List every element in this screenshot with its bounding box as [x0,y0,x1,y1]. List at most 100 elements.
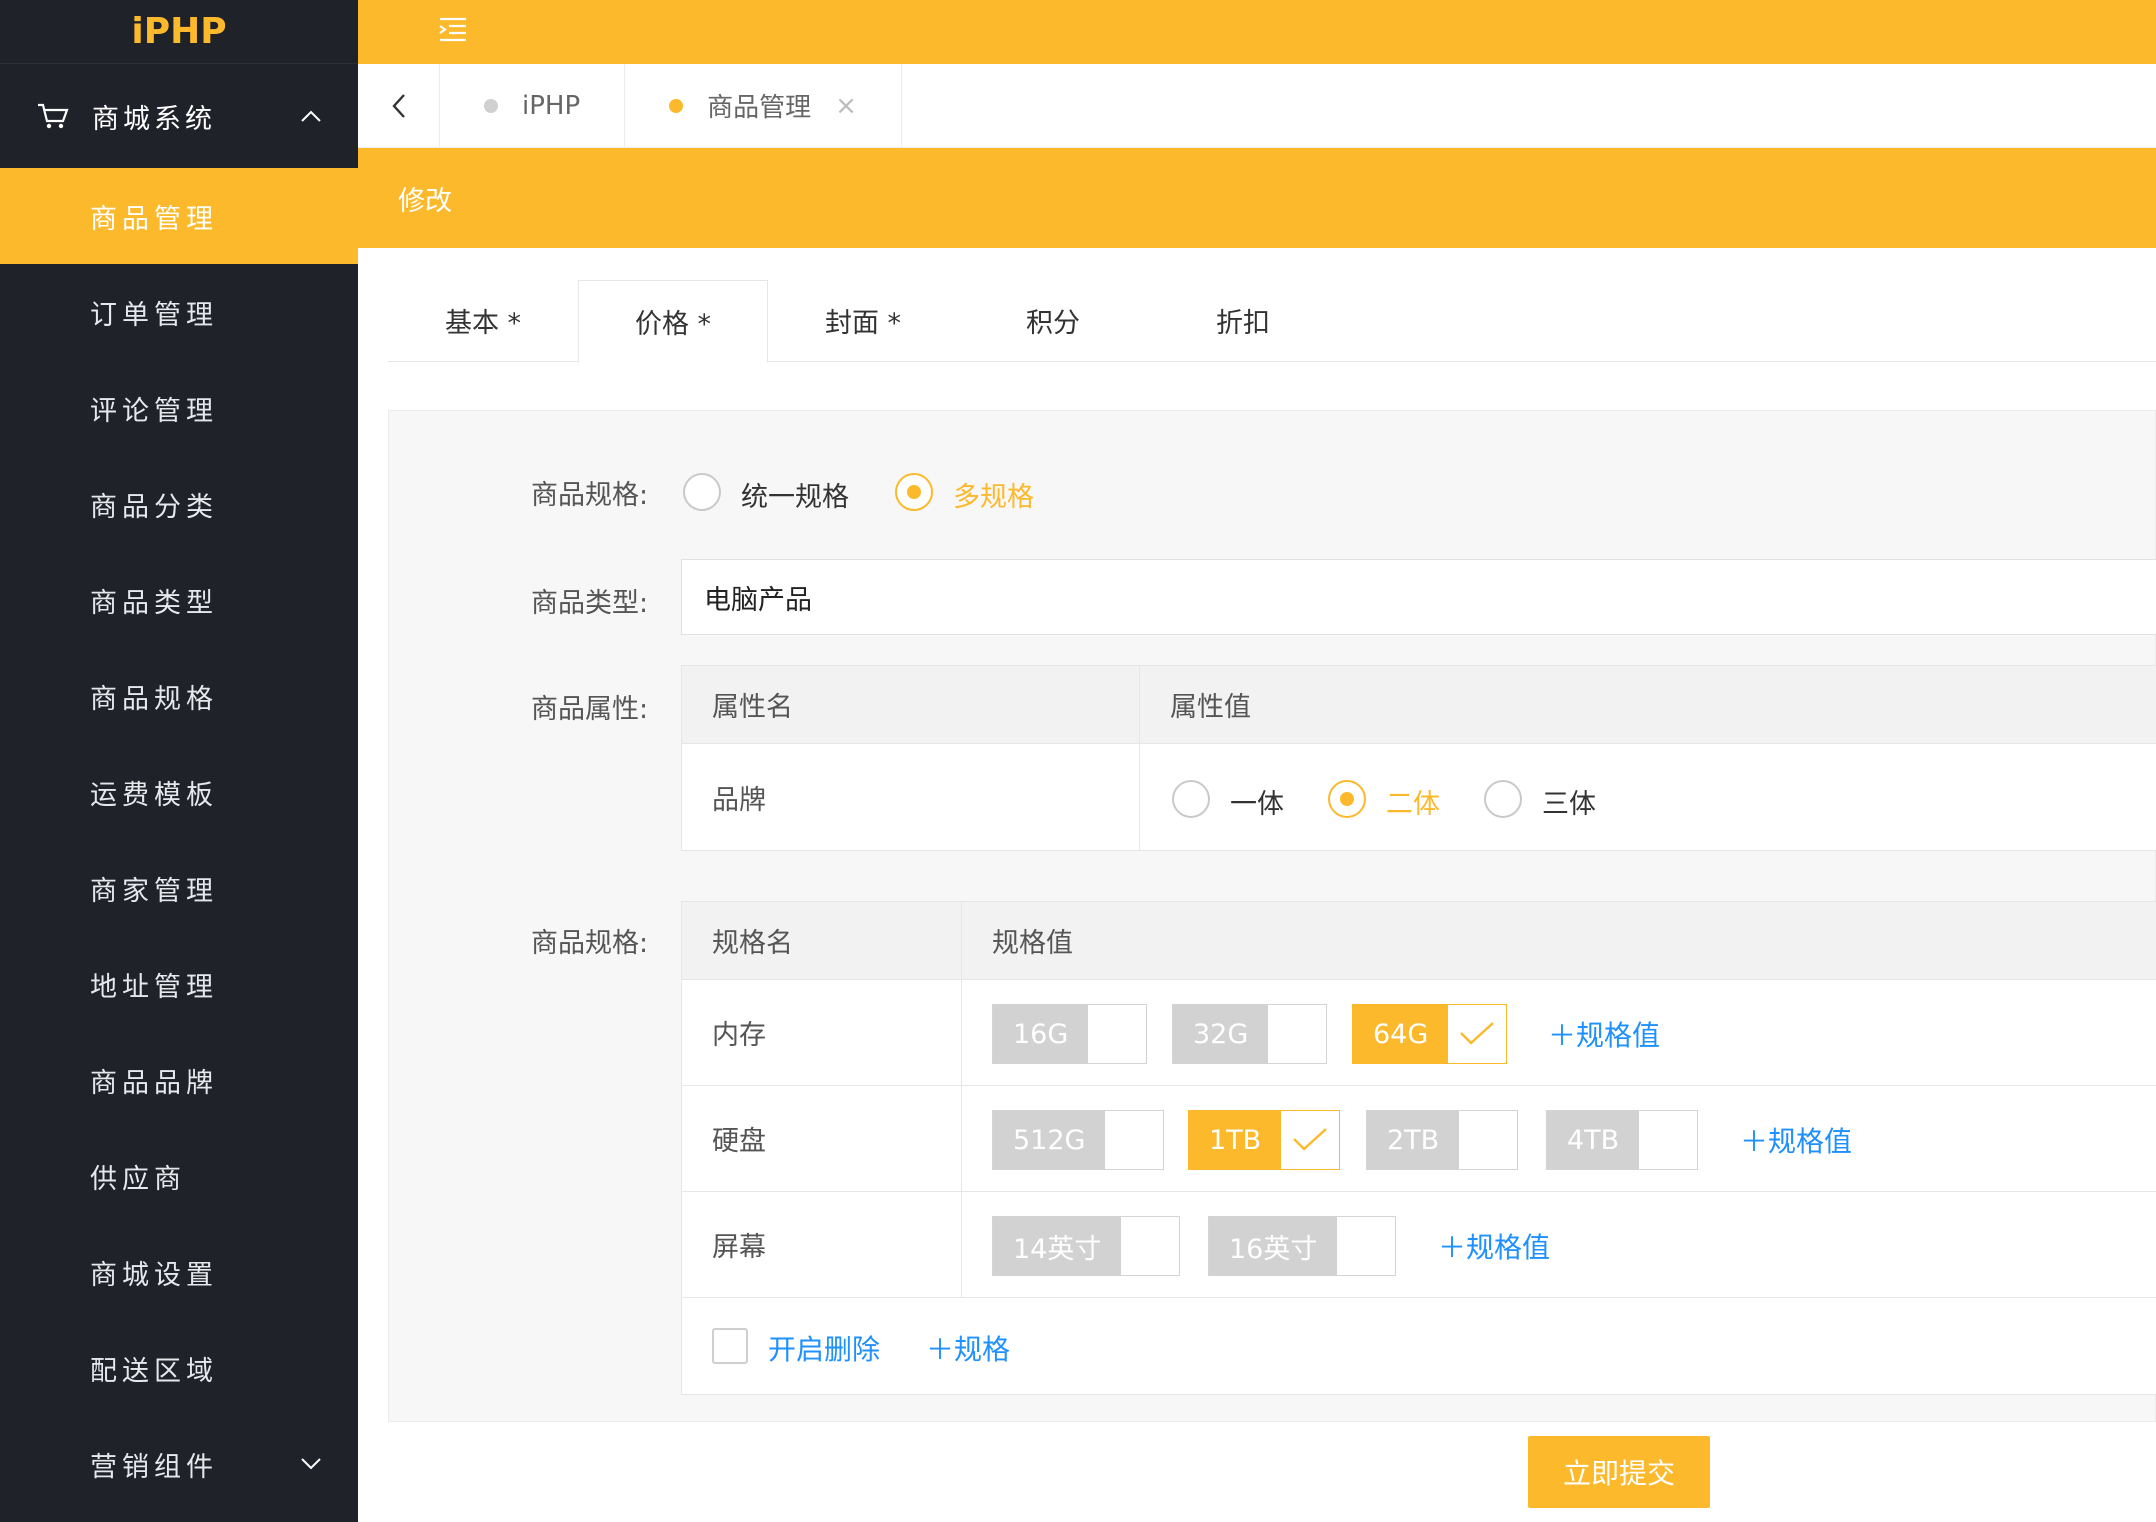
spec-name-memory: 内存 [682,980,962,1085]
sidebar-item-mall-settings[interactable]: 商城设置 [0,1224,358,1320]
sidebar-item-label: 配送区域 [90,1355,218,1387]
check-icon [1460,1022,1495,1045]
tab-cover[interactable]: 封面 * [768,280,958,361]
tab-dot [484,98,498,113]
spec-chip-1tb[interactable]: 1TB [1188,1110,1341,1170]
spec-table-header: 规格名 规格值 [682,902,2156,980]
tab-dot [669,98,684,113]
sidebar-item-types[interactable]: 商品类型 [0,552,358,648]
sidebar-item-shipping-templates[interactable]: 运费模板 [0,744,358,840]
sidebar-item-brands[interactable]: 商品品牌 [0,1032,358,1128]
radio-attr-option-2[interactable] [1328,780,1366,818]
chip-checkbox[interactable] [1121,1217,1180,1275]
chip-checkbox[interactable] [1088,1005,1147,1063]
chip-checkbox[interactable] [1337,1217,1396,1275]
col-spec-value: 规格值 [992,928,1073,959]
chevron-left-icon [391,93,405,118]
spec-chip-16in[interactable]: 16英寸 [1208,1216,1397,1276]
chip-checkbox[interactable] [1459,1111,1518,1169]
menu-group-mall[interactable]: 商城系统 [0,64,358,168]
sidebar-item-marketing[interactable]: 营销组件 [0,1416,358,1512]
chip-label: 2TB [1367,1111,1460,1169]
chip-label: 512G [993,1111,1106,1169]
spec-label: 商品规格: [531,928,649,959]
menu-group-label: 商城系统 [92,103,216,135]
chip-label: 32G [1173,1005,1269,1063]
sidebar-item-label: 运费模板 [90,779,218,811]
chip-checkbox[interactable] [1639,1111,1698,1169]
sidebar-item-reviews[interactable]: 评论管理 [0,360,358,456]
tab-price[interactable]: 价格 * [578,280,768,363]
sidebar-item-categories[interactable]: 商品分类 [0,456,358,552]
sidebar-item-orders[interactable]: 订单管理 [0,264,358,360]
enable-delete-label[interactable]: 开启删除 [768,1328,880,1368]
attribute-table: 属性名 属性值 品牌 一体 二体 三体 [681,665,2156,851]
col-attr-name: 属性名 [682,666,1140,743]
top-bar [358,0,2156,64]
chip-label: 16G [993,1005,1089,1063]
enable-delete-checkbox[interactable] [712,1328,748,1364]
col-attr-value: 属性值 [1170,692,1251,723]
add-spec-value-link[interactable]: ＋规格值 [1740,1120,1852,1160]
radio-unified-spec[interactable] [683,473,721,511]
spec-chip-32g[interactable]: 32G [1172,1004,1328,1064]
sidebar-item-merchants[interactable]: 商家管理 [0,840,358,936]
tab-basic[interactable]: 基本 * [388,280,578,361]
spec-values-cell: 16G 32G 64G ＋规格值 [962,980,2156,1085]
chip-label: 14英寸 [993,1217,1122,1275]
spec-chip-16g[interactable]: 16G [992,1004,1148,1064]
chip-checkbox[interactable] [1448,1005,1507,1063]
spec-chip-14in[interactable]: 14英寸 [992,1216,1181,1276]
add-spec-value-link[interactable]: ＋规格值 [1438,1226,1550,1266]
sidebar-item-delivery-areas[interactable]: 配送区域 [0,1320,358,1416]
sidebar-item-suppliers[interactable]: 供应商 [0,1128,358,1224]
tab-points[interactable]: 积分 [958,280,1148,361]
product-type-select[interactable]: 电脑产品 [681,559,2156,635]
add-spec-value-link[interactable]: ＋规格值 [1548,1014,1660,1054]
attr-option-label: 二体 [1386,789,1440,820]
spec-chip-64g[interactable]: 64G [1352,1004,1508,1064]
chevron-down-icon [301,1458,321,1470]
attr-value-cell: 一体 二体 三体 [1140,744,2156,850]
menu-toggle-icon[interactable] [438,16,468,44]
form-tabs: 基本 * 价格 * 封面 * 积分 折扣 [388,280,2156,363]
sidebar-item-specs[interactable]: 商品规格 [0,648,358,744]
sidebar-item-addresses[interactable]: 地址管理 [0,936,358,1032]
tabs-back-button[interactable] [358,64,440,147]
sidebar-item-label: 商品分类 [90,491,218,523]
attr-option-label: 一体 [1230,789,1284,820]
radio-attr-option-1[interactable] [1172,780,1210,818]
radio-multi-spec[interactable] [895,473,933,511]
sidebar-item-label: 商品管理 [90,203,218,235]
chip-checkbox[interactable] [1281,1111,1340,1169]
chevron-up-icon[interactable] [300,109,322,123]
page-tabs: iPHP 商品管理 × [358,64,2156,148]
spec-footer-cell: 开启删除 ＋规格 [682,1298,2156,1394]
col-spec-name: 规格名 [682,902,962,979]
card-header: 修改 [358,148,2156,248]
cart-icon [38,103,69,129]
spec-chip-4tb[interactable]: 4TB [1546,1110,1699,1170]
chip-label: 16英寸 [1209,1217,1338,1275]
tab-products[interactable]: 商品管理 × [625,64,902,147]
spec-table-footer: 开启删除 ＋规格 [682,1298,2156,1394]
chip-checkbox[interactable] [1268,1005,1327,1063]
chip-label: 64G [1353,1005,1449,1063]
tab-discount[interactable]: 折扣 [1148,280,1338,361]
chip-checkbox[interactable] [1105,1111,1164,1169]
spec-table: 规格名 规格值 内存 16G 32G 64G ＋规格值 硬盘 512G 1TB … [681,901,2156,1395]
close-icon[interactable]: × [835,91,857,121]
radio-attr-option-3[interactable] [1484,780,1522,818]
spec-chip-2tb[interactable]: 2TB [1366,1110,1519,1170]
tab-home[interactable]: iPHP [440,64,626,147]
submit-button[interactable]: 立即提交 [1528,1436,1710,1508]
chip-label: 4TB [1547,1111,1640,1169]
spec-name-screen: 屏幕 [682,1192,962,1297]
sidebar-item-products[interactable]: 商品管理 [0,168,358,264]
tab-label: 商品管理 [707,93,812,123]
spec-chip-512g[interactable]: 512G [992,1110,1165,1170]
sidebar-item-label: 营销组件 [90,1451,218,1483]
attr-name-brand: 品牌 [682,744,1140,850]
table-row: 内存 16G 32G 64G ＋规格值 [682,980,2156,1086]
add-spec-link[interactable]: ＋规格 [926,1328,1010,1368]
